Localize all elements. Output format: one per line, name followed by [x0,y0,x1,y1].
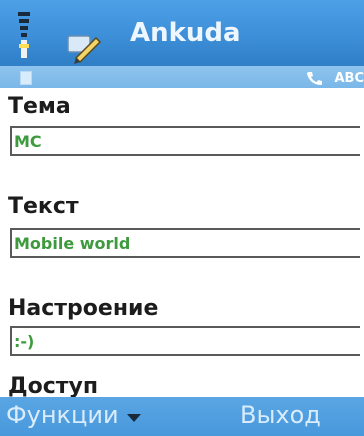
mood-input[interactable]: :-) [10,326,360,356]
phone-receiver-icon [307,72,323,85]
mood-label: Настроение [8,296,159,321]
phone-screen: Ankuda ABC Тема MC Текст Mobile world На… [0,0,364,436]
message-form: Тема MC Текст Mobile world Настроение :-… [0,88,364,399]
subject-label: Тема [8,94,71,119]
text-input[interactable]: Mobile world [10,228,360,258]
subject-input[interactable]: MC [10,126,360,156]
text-value: Mobile world [14,233,131,253]
app-title: Ankuda [130,18,241,48]
status-bar: ABC [0,66,364,88]
options-softkey[interactable]: Функции [6,401,141,429]
subject-value: MC [14,131,42,151]
mood-value: :-) [14,331,35,351]
exit-softkey[interactable]: Выход [240,401,321,429]
title-bar: Ankuda [0,0,364,66]
status-indicator-icon [20,71,32,85]
input-mode-text: ABC [334,70,364,86]
text-label: Текст [8,194,79,219]
chevron-down-icon [126,414,141,422]
softkey-bar: Функции Выход [0,397,364,436]
options-label: Функции [6,401,119,429]
signal-strength-icon [18,12,30,58]
pen-icon [67,35,102,64]
input-mode-indicator: ABC [306,69,364,87]
